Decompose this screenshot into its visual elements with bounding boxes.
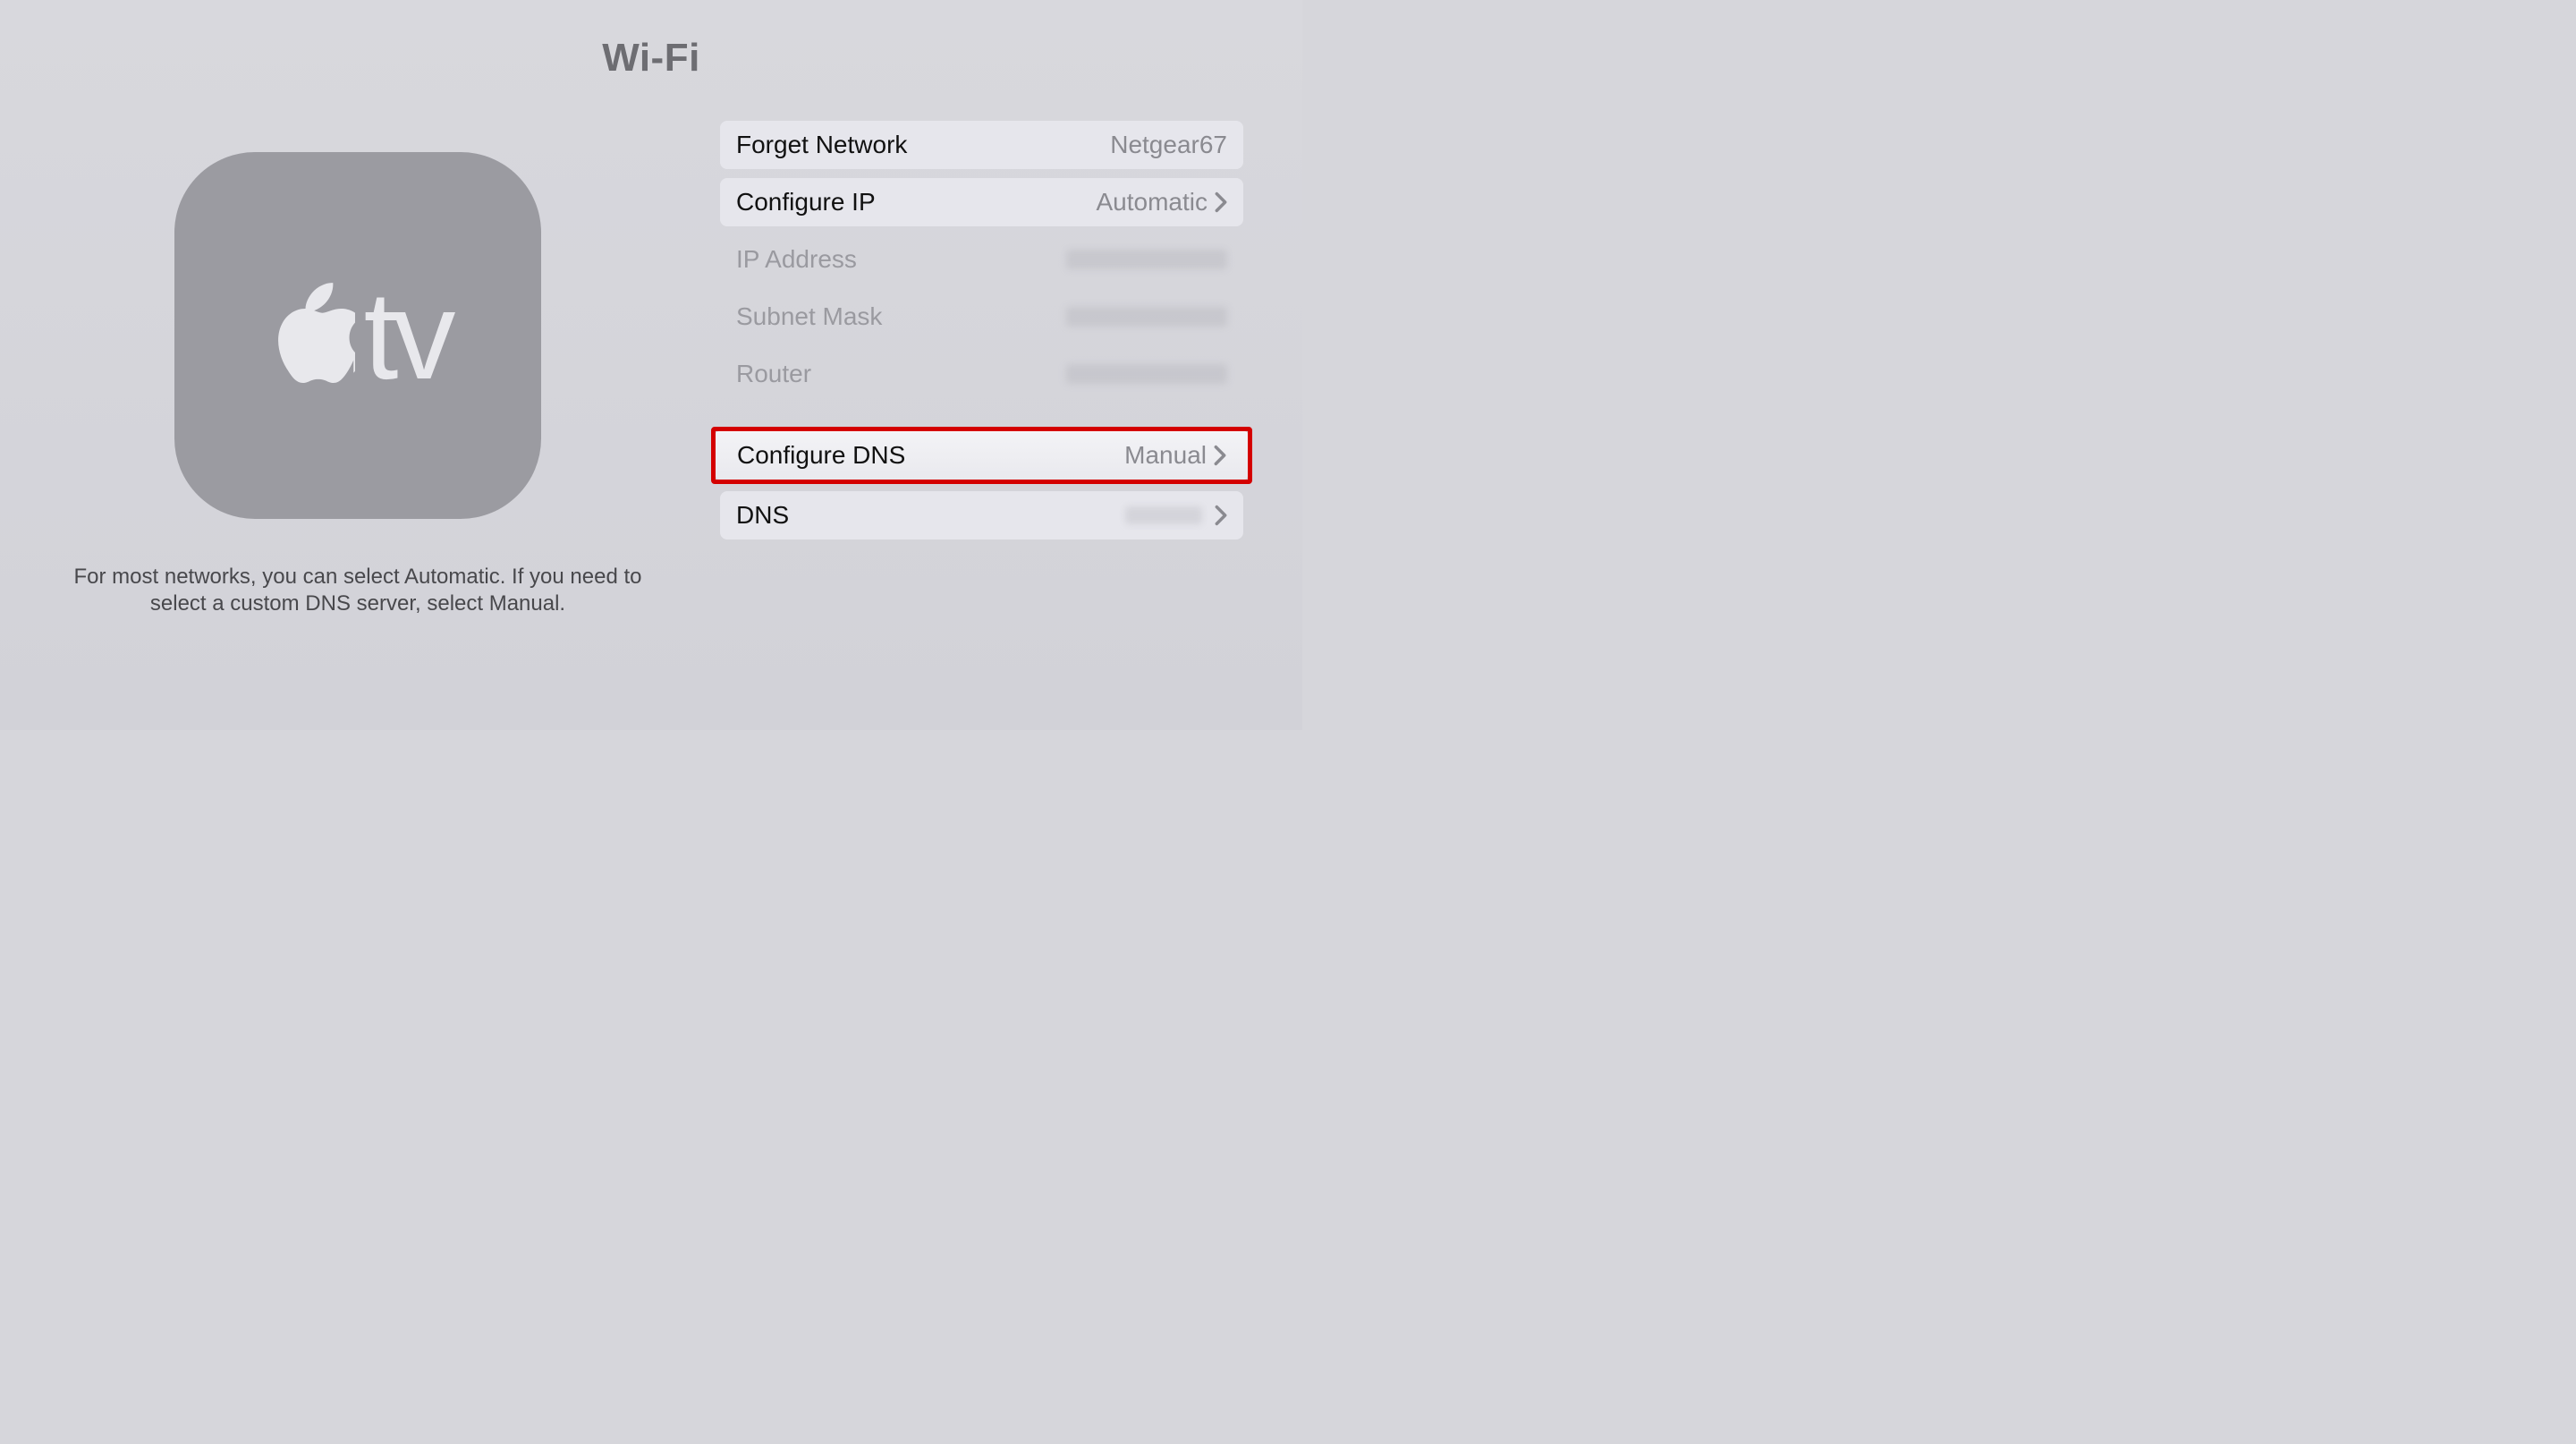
router-value-redacted	[1066, 364, 1227, 384]
dns-label: DNS	[736, 501, 789, 530]
chevron-right-icon	[1215, 505, 1227, 526]
apple-logo-icon	[266, 282, 355, 389]
configure-dns-value: Manual	[1124, 441, 1207, 470]
ip-address-label: IP Address	[736, 245, 857, 274]
ip-address-value-redacted	[1066, 250, 1227, 269]
dns-row[interactable]: DNS	[720, 491, 1243, 539]
router-row: Router	[720, 350, 1243, 398]
dns-value-redacted	[1125, 506, 1202, 524]
configure-ip-value: Automatic	[1097, 188, 1208, 217]
ip-address-row: IP Address	[720, 235, 1243, 284]
configure-dns-label: Configure DNS	[737, 441, 905, 470]
configure-ip-label: Configure IP	[736, 188, 876, 217]
configure-dns-annotation: Configure DNS Manual	[711, 427, 1252, 484]
subnet-mask-label: Subnet Mask	[736, 302, 882, 331]
apple-tv-logo-text: tv	[364, 263, 451, 408]
forget-network-label: Forget Network	[736, 131, 907, 159]
forget-network-value: Netgear67	[1110, 131, 1227, 159]
description-text: For most networks, you can select Automa…	[54, 564, 662, 617]
chevron-right-icon	[1214, 445, 1226, 466]
chevron-right-icon	[1215, 191, 1227, 213]
subnet-mask-value-redacted	[1066, 307, 1227, 327]
forget-network-row[interactable]: Forget Network Netgear67	[720, 121, 1243, 169]
configure-dns-row[interactable]: Configure DNS Manual	[716, 431, 1248, 480]
apple-tv-tile: tv	[174, 152, 541, 519]
router-label: Router	[736, 360, 811, 388]
settings-list: Forget Network Netgear67 Configure IP Au…	[720, 121, 1243, 539]
configure-ip-row[interactable]: Configure IP Automatic	[720, 178, 1243, 226]
page-title: Wi-Fi	[0, 36, 1302, 81]
left-column: tv For most networks, you can select Aut…	[54, 152, 662, 617]
subnet-mask-row: Subnet Mask	[720, 293, 1243, 341]
wifi-settings-screen: Wi-Fi tv For most networks, you can sele…	[0, 0, 1302, 730]
